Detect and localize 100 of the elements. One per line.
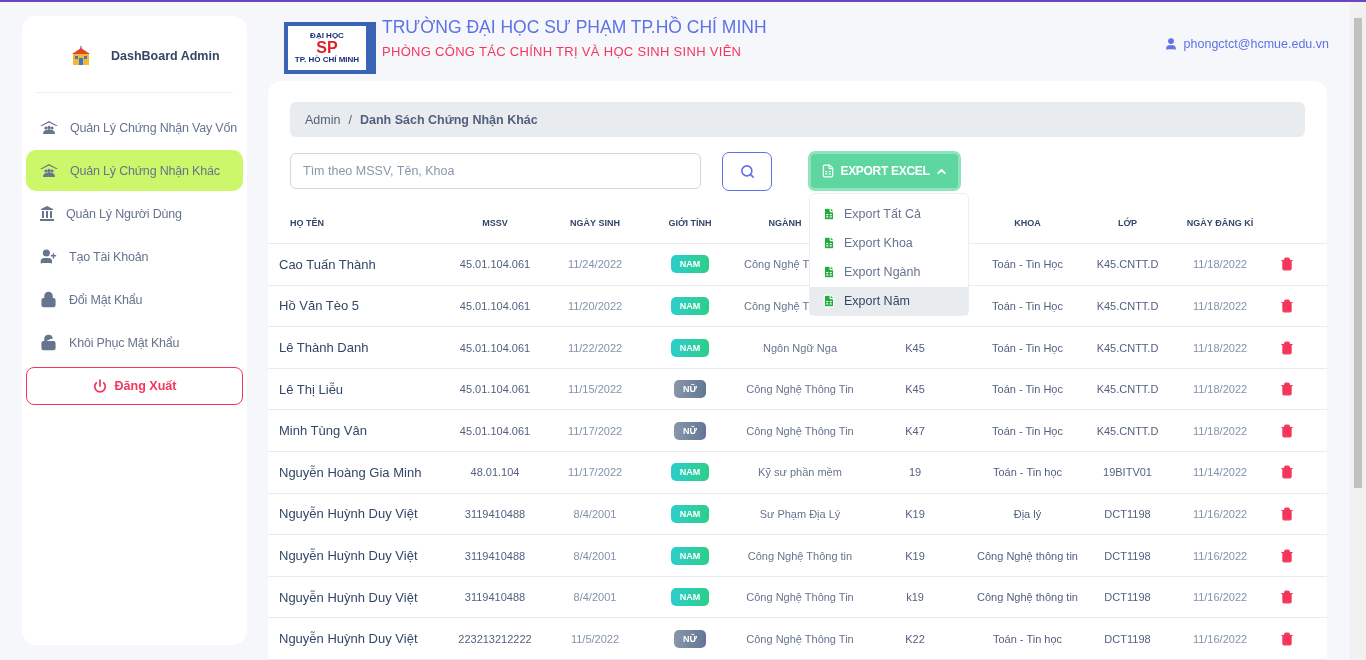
table-cell-text: 11/18/2022 bbox=[1191, 258, 1249, 271]
table-cell-text: Toán - Tin Học bbox=[991, 424, 1064, 437]
table-cell-text: 11/18/2022 bbox=[1191, 299, 1249, 312]
delete-button[interactable] bbox=[1280, 506, 1294, 521]
table-cell-text: Công Nghệ Thông tin bbox=[746, 549, 854, 562]
table-cell-text: 11/18/2022 bbox=[1191, 383, 1249, 396]
table-cell-text: k19 bbox=[905, 591, 925, 604]
table-cell-text: Công Nghệ Thông Tin bbox=[745, 632, 855, 645]
table-cell-text: 8/4/2001 bbox=[572, 549, 618, 562]
breadcrumb-current: Danh Sách Chứng Nhận Khác bbox=[359, 112, 538, 127]
table-cell-text: 11/5/2022 bbox=[569, 632, 621, 645]
table-cell-text: Sư Phạm Địa Lý bbox=[758, 507, 842, 520]
table-cell-text: K45.CNTT.D bbox=[1095, 383, 1160, 396]
trash-icon bbox=[1280, 298, 1294, 313]
gender-badge: NAM bbox=[670, 255, 710, 274]
table-cell-text: Công Nghệ Thông Tin bbox=[745, 424, 855, 437]
trash-icon bbox=[1280, 382, 1294, 397]
table-cell-text: 8/4/2001 bbox=[572, 591, 618, 604]
table-cell-text: Địa lý bbox=[1012, 507, 1043, 520]
delete-button[interactable] bbox=[1280, 423, 1294, 438]
spreadsheet-icon bbox=[822, 294, 836, 309]
sidebar-item[interactable]: Đổi Mật Khẩu bbox=[26, 279, 243, 320]
search-field[interactable]: Tìm theo MSSV, Tên, Khoa bbox=[290, 153, 701, 190]
table-cell-text: K45 bbox=[904, 383, 926, 396]
table-cell-text: Toán - Tin Học bbox=[991, 341, 1064, 354]
trash-icon bbox=[1280, 590, 1294, 605]
student-name: Nguyễn Huỳnh Duy Việt bbox=[278, 589, 419, 605]
table-cell: Công Nghệ T bbox=[744, 299, 810, 312]
student-name: Nguyễn Huỳnh Duy Việt bbox=[278, 506, 419, 522]
sidebar-item[interactable]: Khôi Phục Mật Khẩu bbox=[26, 322, 243, 363]
table-cell-text: DCT1198 bbox=[1103, 507, 1152, 520]
gender-badge: NAM bbox=[670, 296, 710, 315]
table-cell-text: 48.01.104 bbox=[469, 466, 521, 479]
school-title: TRƯỜNG ĐẠI HỌC SƯ PHẠM TP.HỒ CHÍ MINH bbox=[382, 17, 768, 38]
search-icon bbox=[739, 163, 755, 179]
table-cell-text: 11/18/2022 bbox=[1191, 424, 1249, 437]
delete-button[interactable] bbox=[1280, 465, 1294, 480]
table-cell: Công Nghệ T bbox=[744, 258, 810, 271]
sidebar-item[interactable]: Tạo Tài Khoản bbox=[26, 236, 243, 277]
gender-badge: NAM bbox=[670, 588, 710, 607]
unlock-icon bbox=[40, 334, 57, 351]
roof-people-icon bbox=[40, 163, 58, 178]
table-cell-text: Công Nghệ thông tin bbox=[976, 591, 1079, 604]
search-button[interactable] bbox=[722, 151, 772, 191]
table-cell-text: 11/14/2022 bbox=[1191, 466, 1249, 479]
department-title: PHÒNG CÔNG TÁC CHÍNH TRỊ VÀ HỌC SINH SINH VIÊN bbox=[382, 44, 743, 59]
table-cell-text: DCT1198 bbox=[1103, 632, 1152, 645]
student-name: Minh Tùng Vân bbox=[278, 423, 368, 439]
school-icon bbox=[71, 46, 91, 66]
column-header: KHOA bbox=[1013, 218, 1042, 229]
delete-button[interactable] bbox=[1280, 298, 1294, 313]
table-cell-text: 11/20/2022 bbox=[566, 299, 624, 312]
export-menu-item[interactable]: Export Năm bbox=[810, 287, 968, 316]
column-header: LỚP bbox=[1116, 218, 1139, 229]
table-cell-text: 45.01.104.061 bbox=[458, 341, 532, 354]
table-cell-text: 223213212222 bbox=[457, 632, 533, 645]
table-cell-text: 11/15/2022 bbox=[566, 383, 624, 396]
table-cell-text: 11/17/2022 bbox=[566, 424, 624, 437]
table-cell-text: K45 bbox=[904, 341, 926, 354]
gender-badge: NỮ bbox=[674, 421, 706, 440]
column-header: NGÀY ĐĂNG KÍ bbox=[1185, 218, 1255, 229]
sidebar-item[interactable]: Quản Lý Chứng Nhận Khác bbox=[26, 150, 243, 191]
spreadsheet-icon bbox=[821, 164, 836, 179]
delete-button[interactable] bbox=[1280, 590, 1294, 605]
lock-icon bbox=[40, 291, 57, 308]
sidebar-item[interactable]: Quản Lý Chứng Nhận Vay Vốn bbox=[26, 107, 243, 148]
power-icon bbox=[92, 379, 107, 393]
table-cell-text: K19 bbox=[904, 549, 926, 562]
delete-button[interactable] bbox=[1280, 340, 1294, 355]
building-icon bbox=[40, 206, 54, 221]
add-user-icon bbox=[40, 248, 57, 265]
delete-button[interactable] bbox=[1280, 631, 1294, 646]
table-cell-text: 3119410488 bbox=[463, 507, 527, 520]
trash-icon bbox=[1280, 631, 1294, 646]
table-cell-text: 11/18/2022 bbox=[1191, 341, 1249, 354]
column-header: HỌ TÊN bbox=[289, 218, 325, 229]
table-cell-text: 45.01.104.061 bbox=[458, 424, 532, 437]
user-email[interactable]: phongctct@hcmue.edu.vn bbox=[1163, 37, 1329, 51]
breadcrumb-separator: / bbox=[348, 112, 352, 127]
table-cell-text: Toán - Tin học bbox=[991, 632, 1064, 645]
breadcrumb-link[interactable]: Admin bbox=[305, 112, 341, 127]
delete-button[interactable] bbox=[1280, 548, 1294, 563]
trash-icon bbox=[1280, 423, 1294, 438]
delete-button[interactable] bbox=[1280, 382, 1294, 397]
student-name: Lê Thành Danh bbox=[278, 340, 370, 356]
table-cell-text: K45.CNTT.D bbox=[1095, 341, 1160, 354]
table-cell-text: Kỹ sư phần mềm bbox=[757, 466, 843, 479]
scrollbar[interactable] bbox=[1350, 2, 1366, 660]
table-cell-text: 11/16/2022 bbox=[1191, 507, 1249, 520]
table-cell-text: Công Nghệ Thông Tin bbox=[745, 591, 855, 604]
table-cell-text: K19 bbox=[904, 507, 926, 520]
logout-button[interactable]: Đăng Xuất bbox=[26, 367, 243, 405]
student-name: Nguyễn Hoàng Gia Minh bbox=[278, 464, 423, 480]
table-cell-text: DCT1198 bbox=[1103, 591, 1152, 604]
spreadsheet-icon bbox=[822, 207, 836, 222]
trash-icon bbox=[1280, 340, 1294, 355]
table-cell-text: 11/22/2022 bbox=[566, 341, 624, 354]
sidebar-item[interactable]: Quản Lý Người Dùng bbox=[26, 193, 243, 234]
table-cell-text: 8/4/2001 bbox=[572, 507, 618, 520]
delete-button[interactable] bbox=[1280, 257, 1294, 272]
